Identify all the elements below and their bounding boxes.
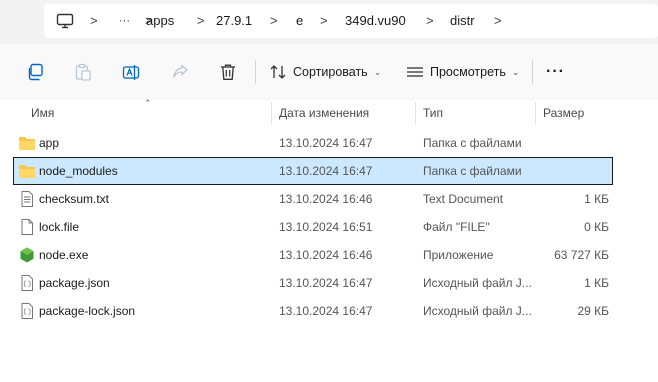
breadcrumb-separator[interactable]: > xyxy=(494,4,502,38)
file-row-package-lock-json[interactable]: package-lock.json 13.10.2024 16:47 Исход… xyxy=(14,298,612,324)
view-icon xyxy=(407,67,423,77)
column-header-date[interactable]: Дата изменения xyxy=(279,100,369,126)
file-type: Приложение xyxy=(423,248,494,262)
column-header-size[interactable]: Размер xyxy=(543,100,584,126)
delete-icon[interactable] xyxy=(219,63,237,81)
file-date: 13.10.2024 16:47 xyxy=(279,304,373,318)
file-date: 13.10.2024 16:47 xyxy=(279,136,373,150)
view-label: Просмотреть xyxy=(430,65,506,79)
file-type: Исходный файл J... xyxy=(423,304,532,318)
file-name: package-lock.json xyxy=(39,304,136,318)
breadcrumb-separator[interactable]: > xyxy=(90,4,98,38)
breadcrumb-item-apps[interactable]: apps xyxy=(146,4,174,38)
toolbar-divider xyxy=(532,60,533,84)
column-headers: ⌃ Имя Дата изменения Тип Размер xyxy=(0,98,658,126)
blank-file-icon xyxy=(21,219,33,235)
address-bar[interactable]: > ··· > apps > 27.9.1 > e > 349d.vu90 > … xyxy=(44,4,658,38)
file-size: 0 КБ xyxy=(584,220,609,234)
file-size xyxy=(539,158,609,184)
breadcrumb-separator[interactable]: > xyxy=(270,4,278,38)
rename-icon[interactable] xyxy=(122,63,140,81)
text-file-icon xyxy=(21,191,33,207)
file-row-app[interactable]: app 13.10.2024 16:47 Папка с файлами xyxy=(14,130,612,156)
file-date: 13.10.2024 16:47 xyxy=(279,164,373,178)
file-size: 29 КБ xyxy=(577,304,609,318)
paste-icon[interactable] xyxy=(74,63,92,81)
folder-icon xyxy=(19,137,35,150)
breadcrumb-item-e[interactable]: e xyxy=(296,4,303,38)
breadcrumb-overflow[interactable]: ··· xyxy=(119,4,130,38)
file-type: Text Document xyxy=(423,192,504,206)
file-type: Папка с файлами xyxy=(423,164,522,178)
json-file-icon xyxy=(21,303,33,319)
breadcrumb-separator[interactable]: > xyxy=(426,4,434,38)
column-divider[interactable] xyxy=(415,102,416,124)
breadcrumb-item-distr[interactable]: distr xyxy=(450,4,475,38)
file-date: 13.10.2024 16:47 xyxy=(279,276,373,290)
breadcrumb-item-folder[interactable]: 349d.vu90 xyxy=(345,4,406,38)
file-name: node_modules xyxy=(39,164,118,178)
breadcrumb-separator[interactable]: > xyxy=(320,4,328,38)
sort-ascending-icon: ⌃ xyxy=(144,98,152,108)
breadcrumb-separator[interactable]: > xyxy=(197,4,205,38)
file-size: 1 КБ xyxy=(584,276,609,290)
folder-icon xyxy=(19,165,35,178)
file-name: package.json xyxy=(39,276,110,290)
file-date: 13.10.2024 16:51 xyxy=(279,220,373,234)
file-name: lock.file xyxy=(39,220,80,234)
file-row-lock-file[interactable]: lock.file 13.10.2024 16:51 Файл "FILE" 0… xyxy=(14,214,612,240)
copy-icon[interactable] xyxy=(26,63,44,81)
json-file-icon xyxy=(21,275,33,291)
toolbar-divider xyxy=(255,60,256,84)
share-icon[interactable] xyxy=(171,63,189,81)
file-name: node.exe xyxy=(39,248,89,262)
file-row-checksum[interactable]: checksum.txt 13.10.2024 16:46 Text Docum… xyxy=(14,186,612,212)
column-divider[interactable] xyxy=(271,102,272,124)
column-header-type[interactable]: Тип xyxy=(423,100,443,126)
sort-icon xyxy=(270,65,286,79)
nodejs-icon xyxy=(20,247,34,263)
file-date: 13.10.2024 16:46 xyxy=(279,192,373,206)
sort-label: Сортировать xyxy=(293,65,368,79)
chevron-down-icon: ⌄ xyxy=(373,66,382,77)
file-name: app xyxy=(39,136,60,150)
file-row-node-modules[interactable]: node_modules 13.10.2024 16:47 Папка с фа… xyxy=(13,157,613,185)
column-header-name[interactable]: Имя xyxy=(31,100,54,126)
file-size xyxy=(539,130,609,156)
address-bar-area: > ··· > apps > 27.9.1 > e > 349d.vu90 > … xyxy=(0,0,658,44)
sort-button[interactable]: Сортировать ⌄ xyxy=(269,63,381,81)
file-size: 63 727 КБ xyxy=(554,248,609,262)
file-size: 1 КБ xyxy=(584,192,609,206)
command-bar: Сортировать ⌄ Просмотреть ⌄ ··· xyxy=(0,44,658,101)
file-type: Исходный файл J... xyxy=(423,276,532,290)
file-type: Папка с файлами xyxy=(423,136,522,150)
column-divider[interactable] xyxy=(535,102,536,124)
file-name: checksum.txt xyxy=(39,192,110,206)
this-pc-icon[interactable] xyxy=(56,13,74,29)
view-button[interactable]: Просмотреть ⌄ xyxy=(406,63,519,81)
breadcrumb-item-version[interactable]: 27.9.1 xyxy=(216,4,252,38)
file-date: 13.10.2024 16:46 xyxy=(279,248,373,262)
file-row-package-json[interactable]: package.json 13.10.2024 16:47 Исходный ф… xyxy=(14,270,612,296)
file-type: Файл "FILE" xyxy=(423,220,490,234)
chevron-down-icon: ⌄ xyxy=(511,66,520,77)
more-options-button[interactable]: ··· xyxy=(546,63,565,81)
file-row-node-exe[interactable]: node.exe 13.10.2024 16:46 Приложение 63 … xyxy=(14,242,612,268)
